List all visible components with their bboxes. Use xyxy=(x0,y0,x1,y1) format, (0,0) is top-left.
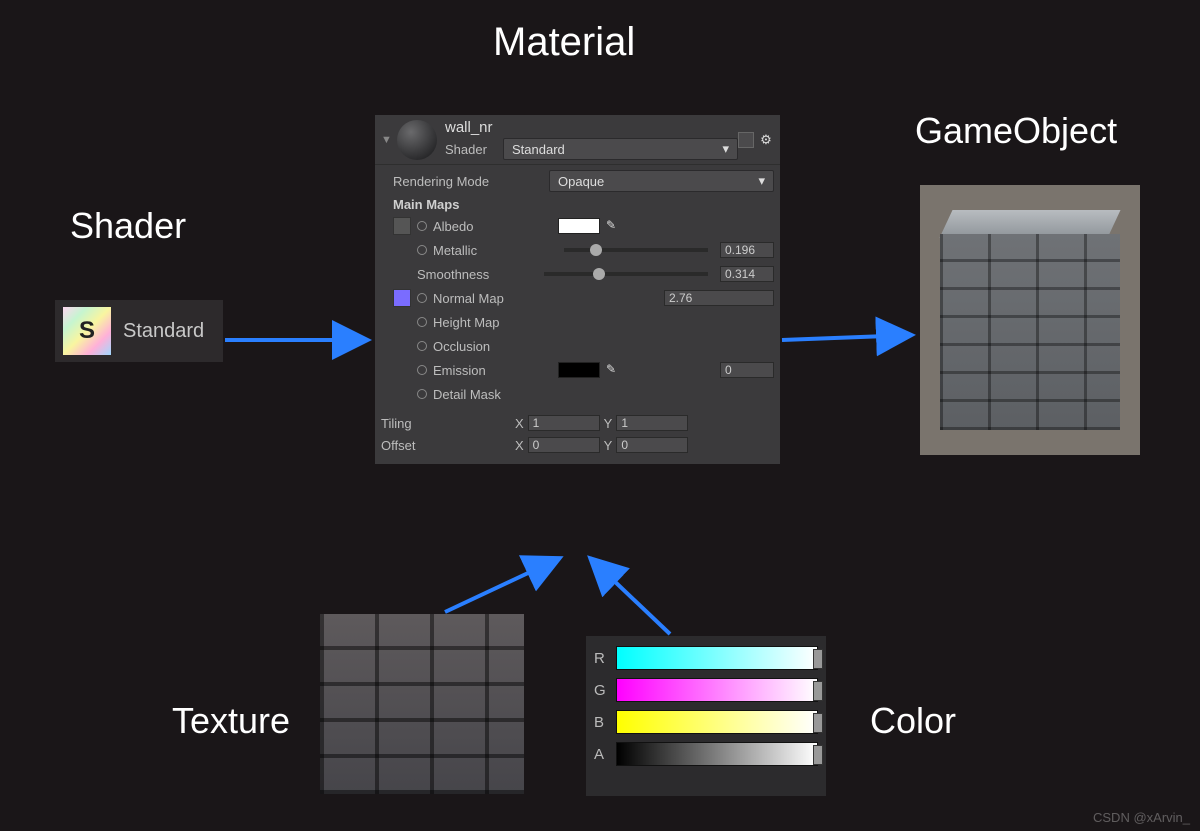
foldout-icon[interactable]: ▼ xyxy=(381,134,397,146)
circle-icon[interactable] xyxy=(417,245,427,255)
metallic-label: Metallic xyxy=(433,243,477,258)
channel-b-label: B xyxy=(594,714,608,731)
main-maps-header: Main Maps xyxy=(393,197,774,212)
shader-asset-name: Standard xyxy=(123,320,204,343)
offset-x[interactable]: 0 xyxy=(528,437,600,453)
label-material: Material xyxy=(493,20,635,65)
rendering-mode-dropdown[interactable]: Opaque ▾ xyxy=(549,170,774,192)
eyedropper-icon[interactable]: ✎ xyxy=(606,362,622,378)
smoothness-slider[interactable] xyxy=(544,272,708,276)
brick-texture xyxy=(320,614,524,794)
a-slider[interactable] xyxy=(616,742,818,766)
albedo-label: Albedo xyxy=(433,219,473,234)
label-shader: Shader xyxy=(70,205,186,247)
label-texture: Texture xyxy=(172,700,290,742)
channel-a-label: A xyxy=(594,746,608,763)
channel-r-label: R xyxy=(594,650,608,667)
material-inspector: ▼ wall_nr Shader Standard ▾ ⚙ Rendering … xyxy=(375,115,780,464)
normal-value[interactable]: 2.76 xyxy=(664,290,774,306)
offset-label: Offset xyxy=(381,438,511,453)
emission-value[interactable]: 0 xyxy=(720,362,774,378)
gameobject-preview xyxy=(920,185,1140,455)
chevron-down-icon: ▾ xyxy=(758,173,765,189)
material-header: ▼ wall_nr Shader Standard ▾ ⚙ xyxy=(375,115,780,165)
shader-dropdown[interactable]: Standard ▾ xyxy=(503,138,738,160)
texture-asset[interactable] xyxy=(320,614,524,794)
channel-g-label: G xyxy=(594,682,608,699)
label-color: Color xyxy=(870,700,956,742)
rendering-mode-label: Rendering Mode xyxy=(393,174,489,189)
rendering-mode-value: Opaque xyxy=(558,174,604,189)
metallic-slider[interactable] xyxy=(564,248,708,252)
shader-dropdown-value: Standard xyxy=(512,142,565,157)
normal-label: Normal Map xyxy=(433,291,504,306)
material-name: wall_nr xyxy=(445,119,738,136)
metallic-value[interactable]: 0.196 xyxy=(720,242,774,258)
circle-icon[interactable] xyxy=(417,221,427,231)
offset-y[interactable]: 0 xyxy=(616,437,688,453)
eyedropper-icon[interactable]: ✎ xyxy=(606,218,622,234)
y-label: Y xyxy=(604,438,613,453)
detail-mask-label: Detail Mask xyxy=(433,387,501,402)
b-slider[interactable] xyxy=(616,710,818,734)
tiling-y[interactable]: 1 xyxy=(616,415,688,431)
material-preview-sphere xyxy=(397,120,437,160)
height-label: Height Map xyxy=(433,315,499,330)
shader-icon: S xyxy=(63,307,111,355)
occlusion-label: Occlusion xyxy=(433,339,490,354)
emission-color[interactable] xyxy=(558,362,600,378)
normal-texture-slot[interactable] xyxy=(393,289,411,307)
circle-icon[interactable] xyxy=(417,389,427,399)
circle-icon[interactable] xyxy=(417,293,427,303)
shader-field-label: Shader xyxy=(445,142,497,157)
watermark: CSDN @xArvin_ xyxy=(1093,810,1190,825)
tiling-label: Tiling xyxy=(381,416,511,431)
emission-label: Emission xyxy=(433,363,486,378)
label-gameobject: GameObject xyxy=(915,110,1117,152)
circle-icon[interactable] xyxy=(417,341,427,351)
help-icon[interactable] xyxy=(738,132,754,148)
gear-icon[interactable]: ⚙ xyxy=(758,132,774,148)
g-slider[interactable] xyxy=(616,678,818,702)
circle-icon[interactable] xyxy=(417,365,427,375)
albedo-texture-slot[interactable] xyxy=(393,217,411,235)
smoothness-value[interactable]: 0.314 xyxy=(720,266,774,282)
r-slider[interactable] xyxy=(616,646,818,670)
shader-asset[interactable]: S Standard xyxy=(55,300,223,362)
chevron-down-icon: ▾ xyxy=(722,141,729,157)
y-label: Y xyxy=(604,416,613,431)
x-label: X xyxy=(515,416,524,431)
circle-icon[interactable] xyxy=(417,317,427,327)
x-label: X xyxy=(515,438,524,453)
color-picker: R G B A xyxy=(586,636,826,796)
cube-mesh xyxy=(940,210,1120,430)
smoothness-label: Smoothness xyxy=(417,267,489,282)
albedo-color[interactable] xyxy=(558,218,600,234)
tiling-x[interactable]: 1 xyxy=(528,415,600,431)
